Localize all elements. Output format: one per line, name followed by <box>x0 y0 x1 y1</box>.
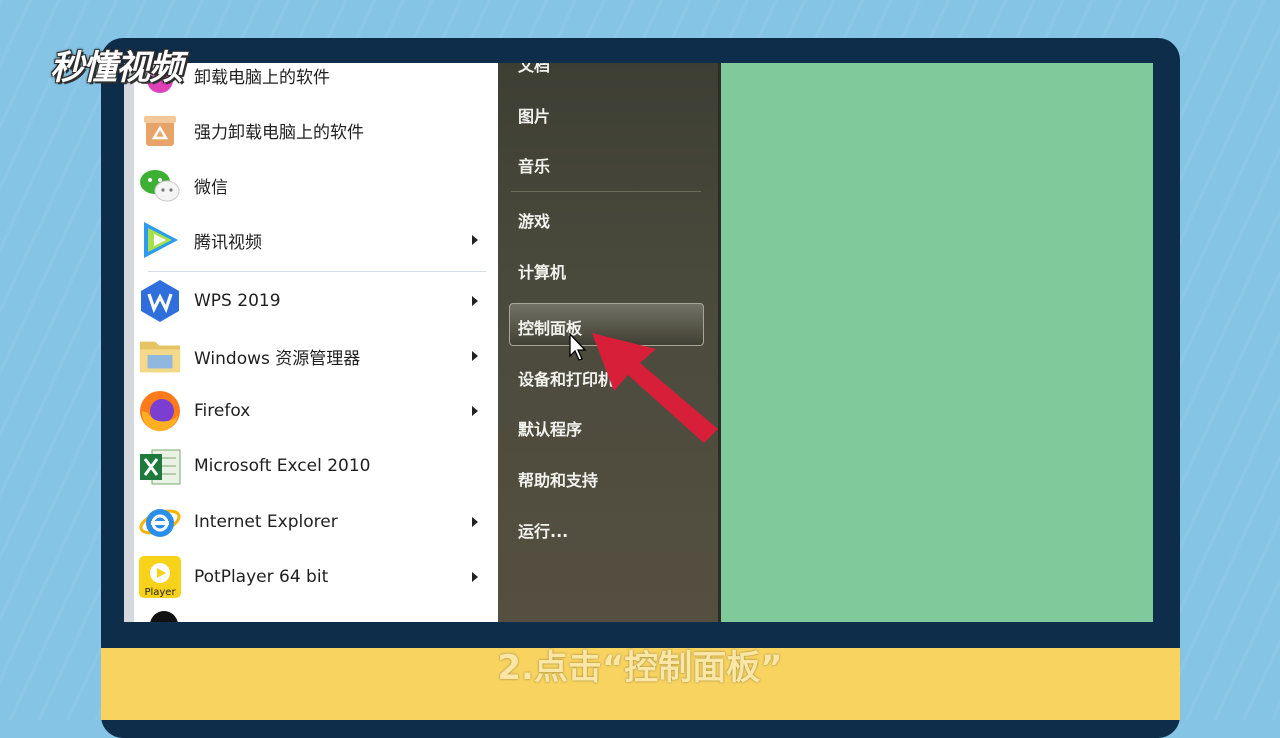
place-item-documents[interactable]: 文档 <box>518 63 550 76</box>
submenu-arrow-icon <box>472 235 478 245</box>
wps-icon <box>138 279 182 323</box>
submenu-arrow-icon <box>472 572 478 582</box>
program-item-potplayer[interactable]: Player PotPlayer 64 bit <box>138 551 488 603</box>
red-pointer-arrow-icon <box>592 333 718 443</box>
program-label: 强力卸载电脑上的软件 <box>194 122 364 143</box>
places-divider <box>511 191 701 192</box>
place-item-help-support[interactable]: 帮助和支持 <box>518 467 598 491</box>
brand-logo: 秒懂视频 <box>50 48 183 88</box>
programs-divider <box>148 271 486 272</box>
tencent-video-icon <box>138 218 182 262</box>
recycle-box-icon <box>138 108 182 152</box>
mouse-cursor-icon <box>569 333 587 361</box>
program-label: Microsoft Excel 2010 <box>194 456 371 476</box>
program-item-wps[interactable]: WPS 2019 <box>138 275 488 327</box>
program-item-ie[interactable]: Internet Explorer <box>138 496 488 548</box>
place-item-games[interactable]: 游戏 <box>518 208 550 232</box>
submenu-arrow-icon <box>472 296 478 306</box>
program-label: 微信 <box>194 177 228 198</box>
program-item-explorer[interactable]: Windows 资源管理器 <box>138 330 488 382</box>
potplayer-icon: Player <box>138 555 182 599</box>
place-item-run[interactable]: 运行... <box>518 518 568 542</box>
program-item-uninstall[interactable]: 卸载电脑上的软件 <box>138 63 488 101</box>
firefox-icon <box>138 389 182 433</box>
program-label: Firefox <box>194 401 251 421</box>
program-label: 卸载电脑上的软件 <box>194 67 330 88</box>
place-item-computer[interactable]: 计算机 <box>518 259 566 283</box>
ie-icon <box>138 500 182 544</box>
excel-icon <box>138 444 182 488</box>
folder-icon <box>138 334 182 378</box>
wechat-icon <box>138 163 182 207</box>
program-item-force-uninstall[interactable]: 强力卸载电脑上的软件 <box>138 104 488 156</box>
desktop-screen: 卸载电脑上的软件 强力卸载电脑上的软件 微信 腾讯视频 WPS 2019 Win… <box>124 63 1153 622</box>
program-label: Internet Explorer <box>194 512 338 532</box>
program-label: Windows 资源管理器 <box>194 348 361 369</box>
submenu-arrow-icon <box>472 517 478 527</box>
program-item-firefox[interactable]: Firefox <box>138 385 488 437</box>
place-item-music[interactable]: 音乐 <box>518 153 550 177</box>
program-item-wechat[interactable]: 微信 <box>138 159 488 211</box>
submenu-arrow-icon <box>472 406 478 416</box>
program-item-excel[interactable]: Microsoft Excel 2010 <box>138 440 488 492</box>
potplayer-icon-text: Player <box>144 587 176 598</box>
caption-text: 2.点击“控制面板” <box>497 648 783 688</box>
place-item-default-programs[interactable]: 默认程序 <box>518 416 582 440</box>
program-item-tencent-video[interactable]: 腾讯视频 <box>138 214 488 266</box>
program-label: WPS 2019 <box>194 291 281 311</box>
program-label: PotPlayer 64 bit <box>194 567 329 587</box>
submenu-arrow-icon <box>472 351 478 361</box>
place-item-pictures[interactable]: 图片 <box>518 103 550 127</box>
program-label: 腾讯视频 <box>194 232 262 253</box>
